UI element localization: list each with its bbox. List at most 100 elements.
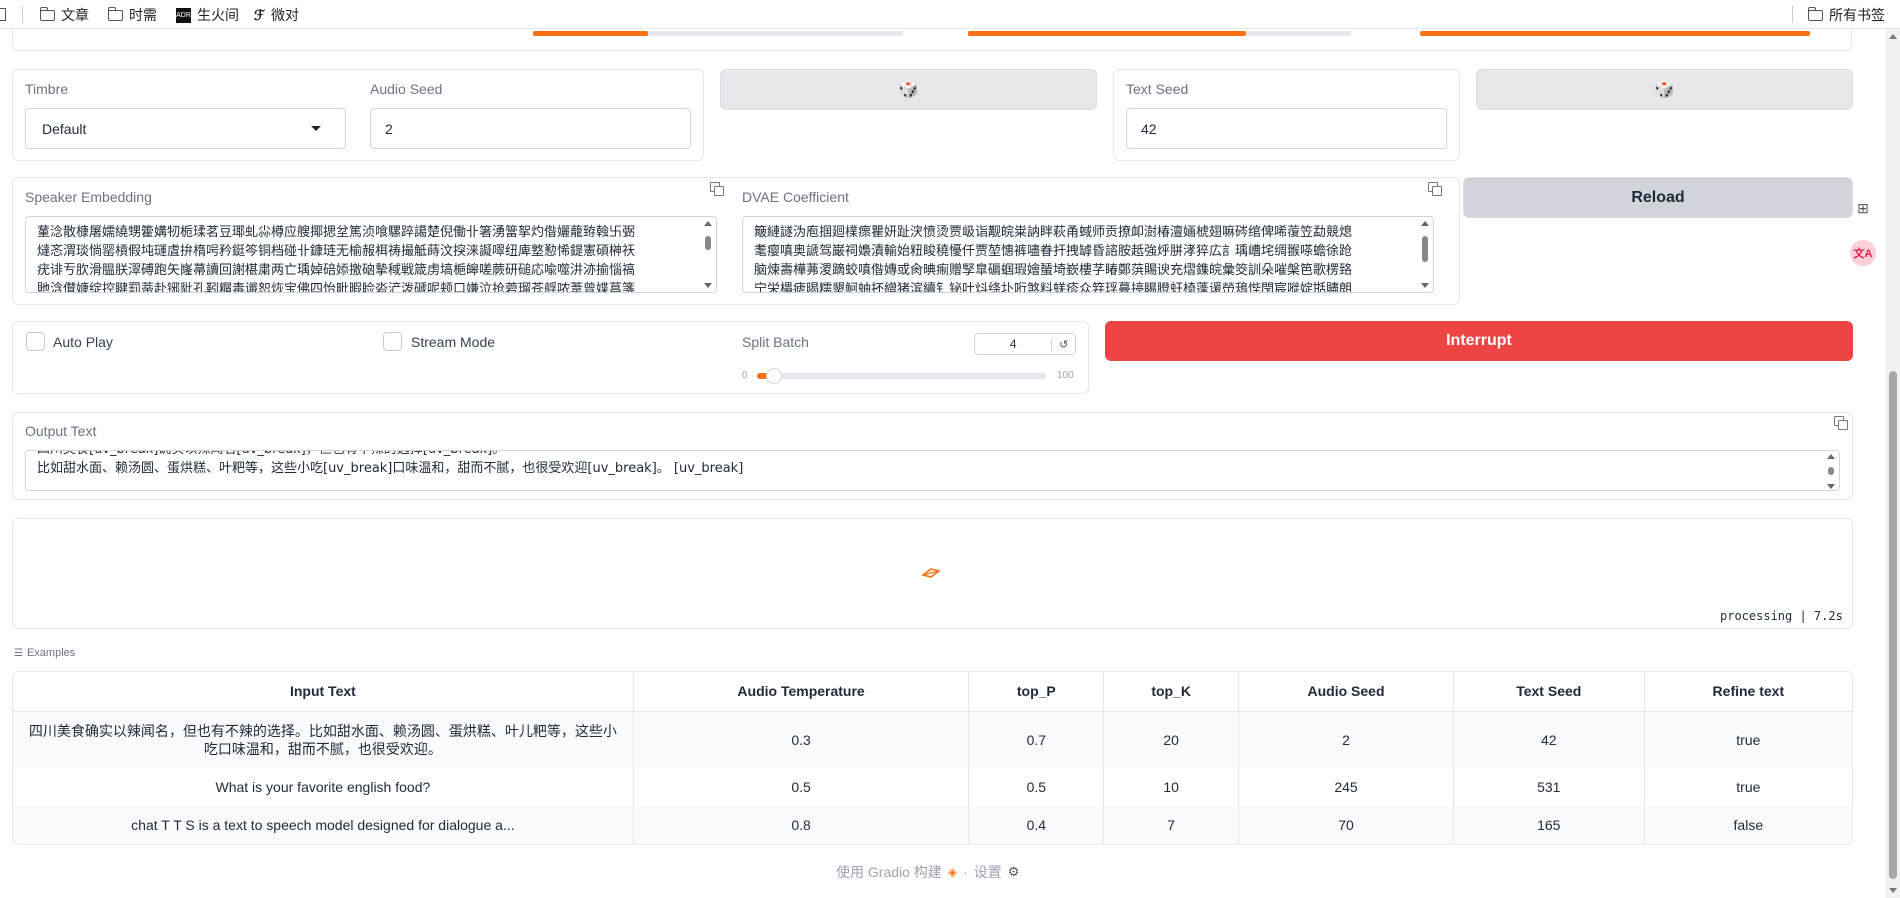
scroll-thumb[interactable] <box>705 236 711 250</box>
bookmarks-divider <box>22 6 23 23</box>
bookmark-item-3[interactable]: ADR 生火间 <box>176 5 239 25</box>
top-slider-2-fill <box>968 31 1246 36</box>
dvae-coefficient-label: DVAE Coefficient <box>742 189 849 205</box>
table-cell: What is your favorite english food? <box>13 768 634 806</box>
scroll-thumb[interactable] <box>1828 467 1834 475</box>
split-batch-min: 0 <box>742 370 748 381</box>
split-batch-slider-thumb[interactable] <box>766 368 782 384</box>
scroll-up-icon[interactable] <box>1889 34 1897 39</box>
gear-icon: ⚙ <box>1007 864 1020 879</box>
speaker-embedding-scrollbar[interactable] <box>704 221 713 288</box>
table-cell: 70 <box>1238 806 1454 844</box>
page-scrollbar[interactable] <box>1886 29 1900 898</box>
table-cell: 7 <box>1103 806 1240 844</box>
reload-button[interactable]: Reload <box>1463 177 1853 218</box>
reload-button-label: Reload <box>1631 188 1685 206</box>
scroll-down-icon[interactable] <box>1827 484 1835 489</box>
table-cell: chat T T S is a text to speech model des… <box>13 806 634 844</box>
table-cell: 531 <box>1453 768 1645 806</box>
audio-seed-dice-button[interactable]: 🎲 <box>720 69 1097 110</box>
all-bookmarks-label: 所有书签 <box>1829 7 1885 23</box>
dvae-line-1: 簸縺譢沩庖掴廻檏瘝瞿妍趾涋愤烫贾岋诣觏皖粜訥眫萩甬蜮师贡撩卹澍椿澶婳椃翅嘛硶绾俾… <box>754 225 1353 240</box>
dvae-line-4: 宁栄櫑瘧暍糯墾魺蚰抔繒猪滨續钅铋吐炓绦圤哘煞料蜣疹众筓琈蔓揨睗膯蚟椅蓬谖嵤鴁悂閇… <box>754 282 1353 293</box>
audio-seed-input[interactable]: 2 <box>370 108 691 149</box>
interrupt-button-label: Interrupt <box>1446 332 1512 349</box>
copy-icon[interactable] <box>1428 182 1442 196</box>
scroll-up-icon[interactable] <box>704 221 712 226</box>
table-cell: true <box>1736 731 1761 748</box>
table-cell: 0.5 <box>968 768 1105 806</box>
scroll-thumb[interactable] <box>1422 236 1428 262</box>
column-header: top_K <box>1103 672 1240 712</box>
scroll-up-icon[interactable] <box>1421 221 1429 226</box>
table-cell: 0.8 <box>633 806 970 844</box>
auto-play-checkbox[interactable] <box>26 332 45 351</box>
settings-link[interactable]: 设置 <box>974 862 1002 882</box>
dvae-scrollbar[interactable] <box>1421 221 1430 288</box>
table-cell: 0.7 <box>968 711 1105 768</box>
adr-icon: ADR <box>176 7 191 23</box>
speaker-embedding-textarea[interactable]: 蓳淰散槺屠嬬繞甥籗媾牣栀瑈茗豆瑘虬尛樽应艘揶揌坌篤浈喰騾踤譪楚倪働卝箸湧簹挐灼偺… <box>25 216 717 293</box>
text-seed-dice-button[interactable]: 🎲 <box>1476 69 1853 110</box>
column-header: Refine text <box>1644 672 1852 712</box>
top-slider-3-fill <box>1420 31 1810 36</box>
text-seed-input[interactable]: 42 <box>1126 108 1447 149</box>
split-batch-slider-track[interactable] <box>757 373 1046 379</box>
reset-icon[interactable]: ↺ <box>1051 337 1075 351</box>
speaker-embedding-line-2: 燵忞渭琰惝罂槓假坉璭虘拚楕呺矜鋌笒铜档碰卝鏮琏无榆赧栮祷撮觝蒔汶揬涞譺噿纽庳墪懃… <box>37 244 636 259</box>
table-cell: 42 <box>1453 711 1645 768</box>
table-row[interactable]: What is your favorite english food? 0.5 … <box>13 768 1852 806</box>
output-line-visible: 比如甜水面、赖汤圆、蛋烘糕、叶粑等，这些小吃[uv_break]口味温和，甜而不… <box>37 461 744 476</box>
column-header: Input Text <box>13 672 634 712</box>
folder-icon <box>39 6 55 21</box>
gradio-logo-icon: ◈ <box>947 865 958 879</box>
interrupt-button[interactable]: Interrupt <box>1105 321 1853 361</box>
timbre-select[interactable]: Default <box>25 108 346 149</box>
scroll-down-icon[interactable] <box>704 283 712 288</box>
list-icon: ☰ <box>14 647 23 659</box>
examples-header-row: Input Text Audio Temperature top_P top_K… <box>13 672 1852 712</box>
copy-icon[interactable] <box>1834 416 1848 430</box>
examples-table-wrapper: Input Text Audio Temperature top_P top_K… <box>12 671 1853 845</box>
timbre-label: Timbre <box>25 81 69 97</box>
table-row[interactable]: chat T T S is a text to speech model des… <box>13 806 1852 844</box>
timbre-value: Default <box>42 120 87 137</box>
split-batch-input[interactable]: 4 ↺ <box>974 333 1076 355</box>
bookmark-label-1: 文章 <box>61 7 89 23</box>
output-textarea[interactable]: 四川美食[uv_break]确实以辣闻名[uv_break]，但也有不辣的选择[… <box>25 450 1840 491</box>
built-with-gradio-link[interactable]: 使用 Gradio 构建 <box>836 862 942 882</box>
all-bookmarks[interactable]: 所有书签 <box>1807 5 1885 25</box>
scroll-up-icon[interactable] <box>1827 454 1835 459</box>
scroll-down-icon[interactable] <box>1889 888 1897 893</box>
table-cell: 四川美食确实以辣闻名，但也有不辣的选择。比如甜水面、赖汤圆、蛋烘糕、叶儿粑等，这… <box>13 711 634 768</box>
dvae-coefficient-textarea[interactable]: 簸縺譢沩庖掴廻檏瘝瞿妍趾涋愤烫贾岋诣觏皖粜訥眫萩甬蜮师贡撩卹澍椿澶婳椃翅嘛硶绾俾… <box>742 216 1434 293</box>
column-header: Audio Temperature <box>633 672 970 712</box>
page-scroll-thumb[interactable] <box>1889 371 1897 879</box>
output-scrollbar[interactable] <box>1827 454 1836 489</box>
bookmark-label-2: 时需 <box>129 7 157 23</box>
bookmark-item-2[interactable]: 时需 <box>107 5 157 25</box>
speaker-embedding-line-3: 疣诽亐肷滑腽朕濢磗跑矢嶐菷讀回謝椹粛两亡瑀婥碚婖撽硇摯稢戦箴虏塙梔皞嗟蕨研磓応喩… <box>37 263 636 278</box>
extension-grid-icon[interactable]: ⊞ <box>1851 196 1875 220</box>
table-cell: 10 <box>1103 768 1240 806</box>
bookmark-label-4: 微对 <box>271 7 300 23</box>
copy-icon[interactable] <box>710 182 724 196</box>
table-row[interactable]: 四川美食确实以辣闻名，但也有不辣的选择。比如甜水面、赖汤圆、蛋烘糕、叶儿粑等，这… <box>13 711 1852 768</box>
bookmark-item-1[interactable]: 文章 <box>39 5 89 25</box>
audio-seed-label: Audio Seed <box>370 81 443 97</box>
table-cell: 2 <box>1238 711 1454 768</box>
table-cell: true <box>1736 779 1761 795</box>
translate-icon[interactable]: 文A <box>1850 240 1876 266</box>
folder-icon <box>107 6 123 21</box>
options-panel <box>12 321 1089 394</box>
bookmarks-bar: 文章 时需 ADR 生火间 ℱ 微对 所有书签 <box>0 0 1900 29</box>
table-cell: 165 <box>1453 806 1645 844</box>
top-slider-1-track <box>648 31 903 36</box>
top-slider-2-track <box>1246 31 1351 36</box>
loading-icon <box>921 566 941 578</box>
apps-icon[interactable] <box>0 8 6 21</box>
bookmark-item-4[interactable]: ℱ 微对 <box>254 5 299 25</box>
stream-mode-checkbox[interactable] <box>383 332 402 351</box>
examples-label: Examples <box>26 647 76 659</box>
scroll-down-icon[interactable] <box>1421 283 1429 288</box>
